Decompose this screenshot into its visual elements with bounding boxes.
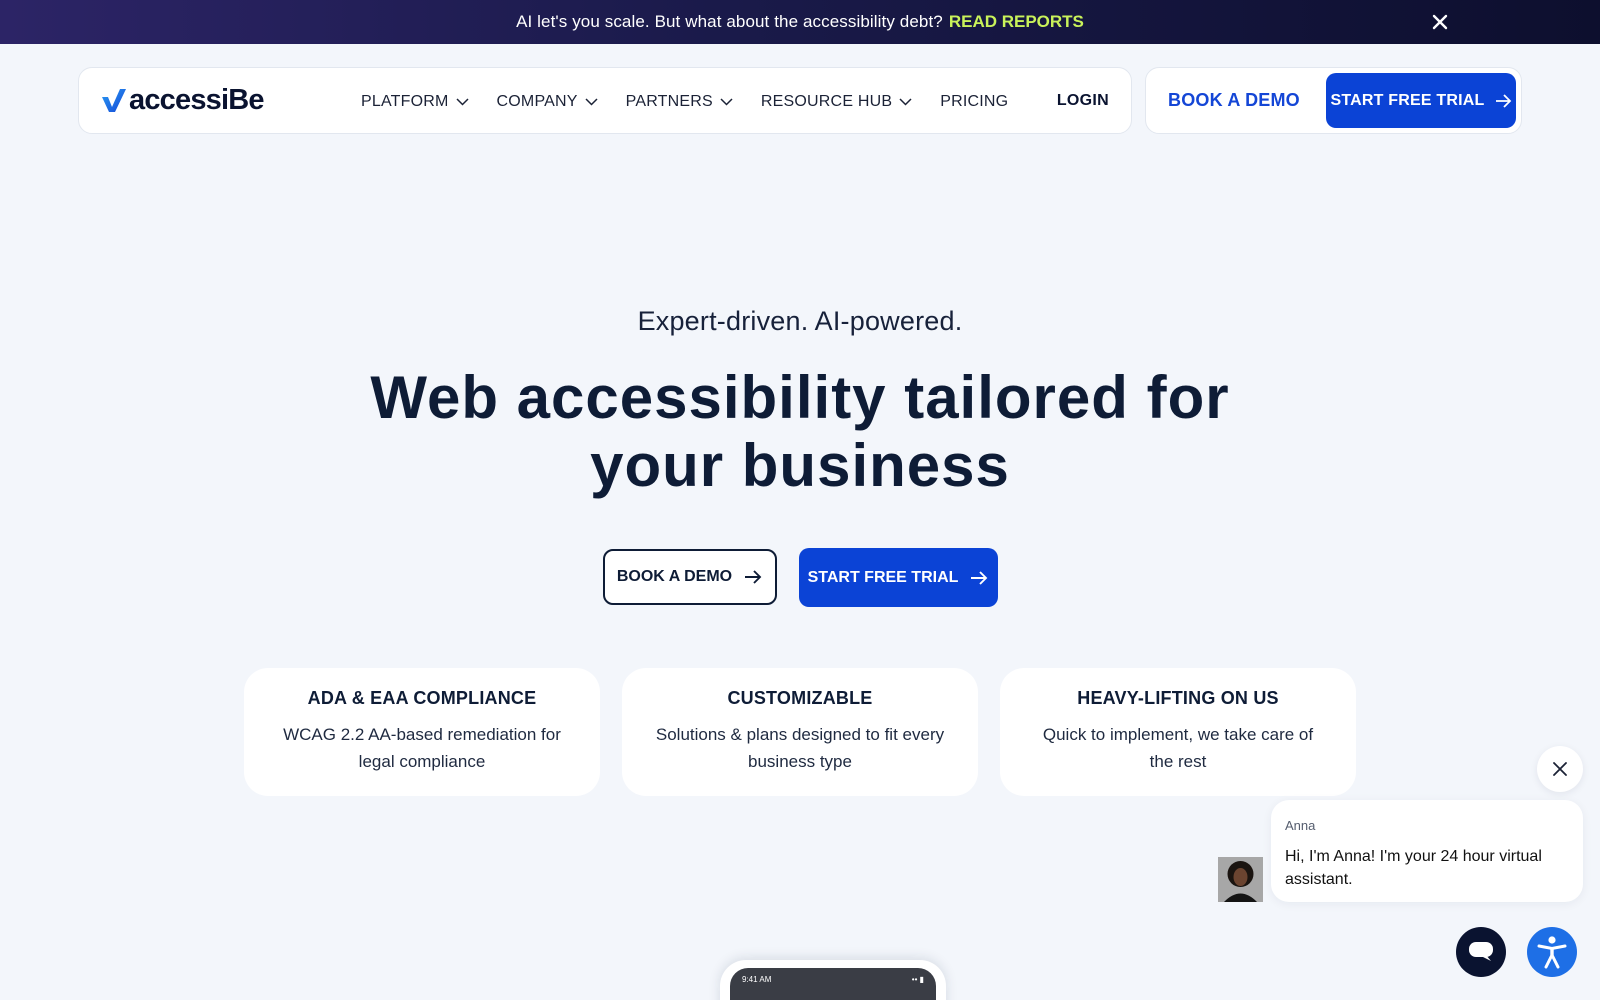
feature-cards: ADA & EAA COMPLIANCE WCAG 2.2 AA-based r… (244, 668, 1356, 796)
hero-headline-line1: Web accessibility tailored for (370, 364, 1230, 431)
hero-book-demo-button[interactable]: BOOK A DEMO (602, 549, 777, 605)
arrow-right-icon (971, 570, 988, 585)
feature-card-description: WCAG 2.2 AA-based remediation for legal … (283, 725, 561, 771)
feature-card-description: Solutions & plans designed to fit every … (655, 725, 945, 771)
chevron-down-icon (899, 97, 912, 106)
hero-headline-line2: your business (590, 432, 1010, 499)
nav-menu: PLATFORM COMPANY PARTNERS RESOURCE HUB P… (361, 68, 1036, 135)
accessibility-person-icon (1537, 936, 1567, 969)
chat-dismiss-button[interactable] (1537, 746, 1583, 792)
nav-cta-group: BOOK A DEMO START FREE TRIAL (1145, 67, 1522, 134)
read-reports-link[interactable]: READ REPORTS (949, 12, 1084, 32)
hero-headline: Web accessibility tailored for your busi… (300, 364, 1300, 500)
arrow-right-icon (1495, 93, 1511, 108)
nav-item-label: PLATFORM (361, 92, 449, 110)
nav-start-trial-button[interactable]: START FREE TRIAL (1326, 73, 1516, 128)
nav-item-label: PARTNERS (625, 92, 713, 110)
feature-card: ADA & EAA COMPLIANCE WCAG 2.2 AA-based r… (244, 668, 600, 796)
nav-book-demo-button[interactable]: BOOK A DEMO (1168, 90, 1300, 111)
announcement-text: AI let's you scale. But what about the a… (516, 12, 943, 31)
hero-start-trial-button[interactable]: START FREE TRIAL (798, 548, 998, 607)
nav-item-label: COMPANY (496, 92, 578, 110)
nav-item-resource-hub[interactable]: RESOURCE HUB (761, 93, 912, 111)
feature-card-title: HEAVY-LIFTING ON US (1077, 688, 1279, 708)
close-announcement-icon[interactable] (1430, 12, 1450, 32)
hero-book-demo-label: BOOK A DEMO (616, 568, 733, 585)
arrow-right-icon (745, 570, 762, 584)
chat-icon (1469, 942, 1493, 961)
nav-item-partners[interactable]: PARTNERS (626, 93, 733, 111)
feature-card-description: Quick to implement, we take care of the … (1042, 725, 1314, 771)
hero-cta-group: BOOK A DEMO START FREE TRIAL (0, 548, 1600, 607)
nav-item-label: PRICING (940, 92, 1009, 110)
nav-item-company[interactable]: COMPANY (497, 93, 598, 111)
close-icon (1553, 762, 1567, 776)
main-navigation: accessiBe PLATFORM COMPANY PARTNERS RESO… (78, 67, 1132, 134)
logo-check-icon (102, 89, 126, 112)
accessibe-logo[interactable]: accessiBe (101, 83, 265, 116)
nav-item-platform[interactable]: PLATFORM (361, 93, 469, 111)
chevron-down-icon (720, 97, 733, 106)
nav-item-pricing[interactable]: PRICING (940, 93, 1008, 111)
chat-message-text: Hi, I'm Anna! I'm your 24 hour virtual a… (1285, 848, 1542, 888)
hero-eyebrow: Expert-driven. AI-powered. (637, 306, 963, 336)
phone-status-icons: •• ▮ (911, 975, 924, 984)
phone-time: 9:41 AM (742, 975, 772, 984)
phone-screen: 9:41 AM •• ▮ (730, 968, 936, 1000)
chat-message-bubble[interactable]: Anna Hi, I'm Anna! I'm your 24 hour virt… (1271, 800, 1583, 902)
chevron-down-icon (585, 97, 598, 106)
accessibility-menu-button[interactable] (1527, 927, 1577, 977)
chevron-down-icon (456, 97, 469, 106)
nav-item-label: RESOURCE HUB (760, 92, 893, 110)
chat-launcher-button[interactable] (1456, 927, 1506, 977)
announcement-bar: AI let's you scale. But what about the a… (0, 0, 1600, 44)
nav-start-trial-label: START FREE TRIAL (1330, 91, 1485, 109)
chat-agent-avatar (1218, 857, 1263, 902)
phone-mockup: 9:41 AM •• ▮ (720, 960, 946, 1000)
feature-card-title: ADA & EAA COMPLIANCE (307, 688, 537, 708)
feature-card: CUSTOMIZABLE Solutions & plans designed … (622, 668, 978, 796)
chat-agent-name: Anna (1285, 818, 1316, 833)
feature-card: HEAVY-LIFTING ON US Quick to implement, … (1000, 668, 1356, 796)
agent-portrait-icon (1218, 857, 1263, 902)
feature-card-title: CUSTOMIZABLE (727, 688, 873, 708)
hero-start-trial-label: START FREE TRIAL (807, 568, 959, 586)
login-link[interactable]: LOGIN (1057, 92, 1109, 110)
logo-wordmark: accessiBe (129, 83, 265, 116)
